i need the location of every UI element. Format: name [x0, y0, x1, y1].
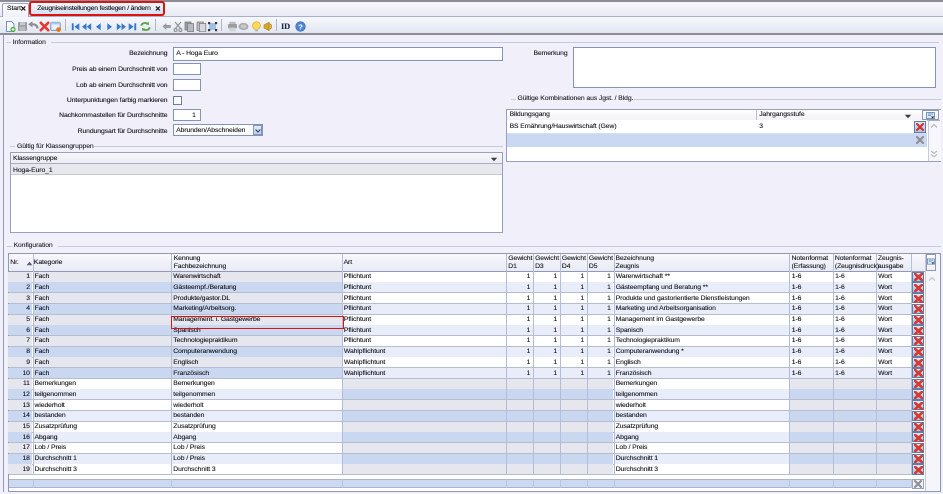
svg-text:?: ? [298, 22, 303, 31]
